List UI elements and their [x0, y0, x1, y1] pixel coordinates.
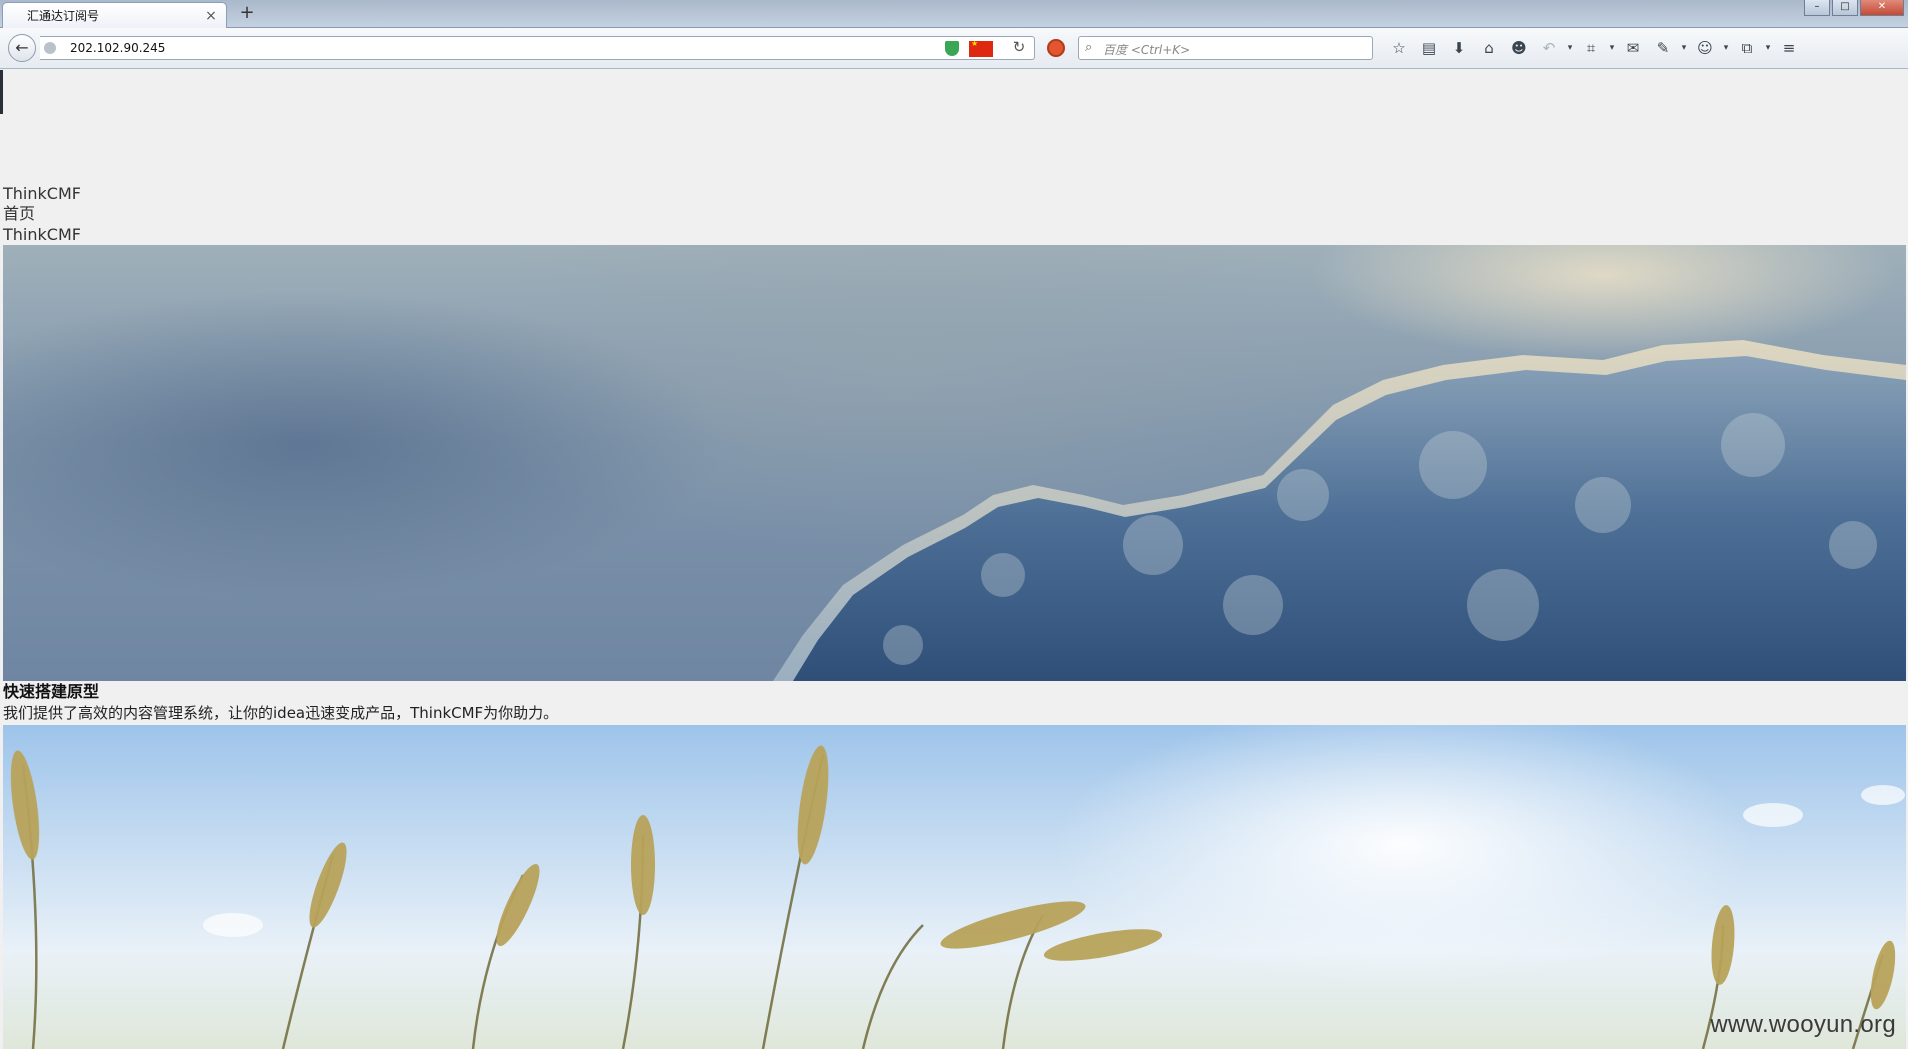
reload-icon[interactable]: ↻	[1008, 38, 1030, 58]
site-identity-icon[interactable]	[44, 42, 56, 54]
page-edge-bar	[0, 70, 3, 114]
hero-image-wheat: www.wooyun.org	[3, 725, 1906, 1049]
page-content: ThinkCMF 首页 ThinkCMF 快速搭建原型 我们提供了高效的内容管理…	[0, 70, 1908, 1049]
sync-icon[interactable]: ⧉	[1732, 36, 1762, 60]
monkey-dropdown-icon[interactable]: ▾	[1720, 36, 1732, 60]
url-text[interactable]: 202.102.90.245	[70, 41, 165, 55]
china-flag-icon[interactable]	[969, 39, 993, 57]
search-placeholder[interactable]: 百度 <Ctrl+K>	[1103, 41, 1190, 58]
hero-subline: 我们提供了高效的内容管理系统，让你的idea迅速变成产品，ThinkCMF为你助…	[3, 704, 559, 722]
bookmark-star-icon[interactable]: ☆	[1384, 36, 1414, 60]
toolbar-icons: ☆ ▤ ⬇ ⌂ ☻ ↶ ▾ ⌗ ▾ ✉ ✎ ▾ ☺ ▾ ⧉ ▾ ≡	[1384, 36, 1804, 60]
search-icon: ⌕	[1085, 40, 1093, 55]
nav-brand-link[interactable]: ThinkCMF	[3, 225, 81, 245]
hero-headline: 快速搭建原型	[3, 682, 100, 701]
menu-icon[interactable]: ≡	[1774, 36, 1804, 60]
screenshot-dropdown-icon[interactable]: ▾	[1606, 36, 1618, 60]
navigation-toolbar: ← 202.102.90.245 ↻ ⌕ 百度 <Ctrl+K> ☆ ▤ ⬇ ⌂…	[0, 28, 1908, 69]
close-window-button[interactable]: ✕	[1860, 0, 1904, 16]
feed-icon[interactable]: ✎	[1648, 36, 1678, 60]
adblock-icon[interactable]	[1047, 39, 1065, 57]
hero-image-frost-rock	[3, 245, 1906, 681]
home-icon[interactable]: ⌂	[1474, 36, 1504, 60]
feed-dropdown-icon[interactable]: ▾	[1678, 36, 1690, 60]
search-bar[interactable]: ⌕ 百度 <Ctrl+K>	[1078, 36, 1373, 60]
watermark-text: www.wooyun.org	[1710, 1011, 1896, 1038]
security-shield-icon[interactable]	[945, 41, 959, 56]
bookmarks-list-icon[interactable]: ▤	[1414, 36, 1444, 60]
undo-dropdown-icon[interactable]: ▾	[1564, 36, 1576, 60]
browser-tab[interactable]: 汇通达订阅号 ×	[2, 2, 227, 28]
tab-strip: 汇通达订阅号 × + – □ ✕	[0, 0, 1908, 28]
tab-close-icon[interactable]: ×	[204, 8, 218, 24]
maximize-button[interactable]: □	[1832, 0, 1858, 16]
comment-icon[interactable]: ✉	[1618, 36, 1648, 60]
screenshot-icon[interactable]: ⌗	[1576, 36, 1606, 60]
monkey-icon[interactable]: ☺	[1690, 36, 1720, 60]
sync-dropdown-icon[interactable]: ▾	[1762, 36, 1774, 60]
tab-title: 汇通达订阅号	[27, 9, 100, 23]
minimize-button[interactable]: –	[1804, 0, 1830, 16]
back-button[interactable]: ←	[8, 34, 36, 62]
downloads-icon[interactable]: ⬇	[1444, 36, 1474, 60]
site-name-link[interactable]: ThinkCMF	[3, 184, 81, 204]
new-tab-button[interactable]: +	[236, 4, 258, 24]
window-controls: – □ ✕	[1804, 0, 1904, 16]
chat-icon[interactable]: ☻	[1504, 36, 1534, 60]
address-bar[interactable]: 202.102.90.245 ↻	[40, 36, 1035, 60]
undo-icon[interactable]: ↶	[1534, 36, 1564, 60]
nav-home-link[interactable]: 首页	[3, 204, 35, 224]
